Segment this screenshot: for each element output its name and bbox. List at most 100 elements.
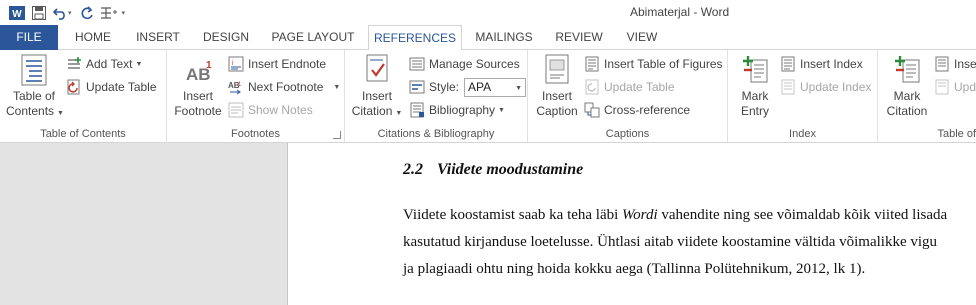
redo-icon[interactable] [76,3,98,23]
ribbon-tabs: FILE HOME INSERT DESIGN PAGE LAYOUT REFE… [0,25,976,51]
mark-citation-button[interactable]: Mark Citation [880,54,934,119]
group-citations-bibliography: Insert Citation ▼ Manage Sources Style: A… [345,50,528,143]
table-of-figures-icon [585,56,599,72]
insert-table-of-authorities-icon [935,56,949,72]
citation-style-control: Style: APA ▼ [409,77,527,97]
group-footnotes: AB 1 Insert Footnote i Insert Endnote AB 1… [167,50,345,143]
cross-reference-button[interactable]: Cross-reference [584,100,690,120]
tab-page-layout[interactable]: PAGE LAYOUT [264,25,362,50]
update-index-label: Update Index [800,80,872,94]
show-notes-icon [228,102,244,118]
insert-citation-line2: Citation [351,104,393,118]
mark-entry-line1: Mark [741,89,769,103]
ribbon: Table of Contents ▼ Add Text ▼ Update Tabl… [0,50,976,143]
line1-after: vahendite ning see võimaldab kõik viited… [657,207,948,223]
save-icon[interactable] [28,3,50,23]
insert-footnote-icon: AB1 [186,60,212,84]
insert-caption-line1: Insert [541,89,572,103]
heading-text: Viidete moodustamine [437,161,584,178]
tab-view[interactable]: VIEW [614,25,670,50]
citation-style-value: APA [468,79,492,94]
update-table-toc-label: Update Table [86,80,157,94]
table-of-contents-icon [21,54,47,86]
insert-citation-line1: Insert [361,89,392,103]
window-title: Abimaterjal - Word [630,5,730,19]
tab-file[interactable]: FILE [0,25,58,50]
cross-reference-label: Cross-reference [604,103,691,117]
update-table-toc-button[interactable]: Update Table [66,77,157,97]
word-app-icon[interactable]: W [6,3,28,23]
chevron-down-icon: ▼ [498,106,505,114]
show-notes-button[interactable]: Show Notes [228,100,313,120]
next-footnote-label: Next Footnote [248,80,324,94]
paragraph-line-1: Viidete koostamist saab ka teha läbi Wor… [403,207,947,224]
insert-endnote-button[interactable]: i Insert Endnote [228,54,326,74]
chevron-down-icon: ▼ [135,60,143,68]
insert-caption-line2: Caption [536,104,578,118]
insert-footnote-line2: Footnote [174,104,222,118]
update-index-button[interactable]: Update Index [780,77,871,97]
document-page[interactable]: 2.2 Viidete moodustamine Viidete koostami… [287,143,976,305]
insert-index-button[interactable]: Insert Index [780,54,863,74]
document-area: 2.2 Viidete moodustamine Viidete koostami… [0,143,976,305]
bibliography-button[interactable]: Bibliography ▼ [409,100,505,120]
tab-references[interactable]: REFERENCES [368,25,462,51]
group-label-index: Index [789,128,816,140]
update-table-of-authorities-button[interactable]: Upd [934,77,976,97]
manage-sources-icon [409,57,425,71]
paragraph-line-3: ja plagiaadi ohtu ning hoida kokku aega … [403,261,866,277]
update-table-disabled-icon [585,79,599,95]
tab-design[interactable]: DESIGN [192,25,260,50]
insert-table-of-figures-button[interactable]: Insert Table of Figures [584,54,723,74]
table-draw-icon[interactable] [98,3,120,23]
chevron-down-icon: ▼ [57,110,64,117]
customize-qat-icon[interactable]: ▾ [122,9,126,17]
line1-before: Viidete koostamist saab ka teha läbi [403,207,623,223]
group-table-of-authorities: Mark Citation Inser Upd Table of [878,50,976,143]
add-text-icon [68,57,81,69]
tab-review[interactable]: REVIEW [546,25,612,50]
group-label-citations: Citations & Bibliography [377,128,495,140]
update-index-icon [781,79,795,95]
dialog-launcher-icon[interactable] [333,131,341,139]
add-text-button[interactable]: Add Text ▼ [66,54,142,74]
insert-table-of-authorities-button[interactable]: Inser [934,54,976,74]
chevron-down-icon: ▼ [515,84,523,92]
update-table-captions-button[interactable]: Update Table [584,77,675,97]
paragraph-line-2: kasutatud kirjanduse loetelusse. Ühtlasi… [403,234,938,250]
svg-text:1: 1 [206,60,212,71]
svg-text:1: 1 [238,82,242,88]
quick-access-toolbar: W ▾ ▾ [6,3,129,23]
table-of-contents-button[interactable]: Table of Contents ▼ [6,54,64,121]
insert-table-of-figures-label: Insert Table of Figures [604,57,723,71]
tab-home[interactable]: HOME [58,25,128,50]
insert-footnote-button[interactable]: AB 1 Insert Footnote [171,54,225,119]
citation-style-select[interactable]: APA ▼ [464,77,527,97]
next-footnote-button[interactable]: AB 1 Next Footnote ▼ [228,77,340,97]
toc-label-line2: Contents [6,104,55,118]
undo-dropdown-icon[interactable]: ▾ [68,9,72,17]
style-label: Style: [429,80,460,94]
tab-mailings[interactable]: MAILINGS [466,25,542,50]
insert-citation-button[interactable]: Insert Citation ▼ [349,54,405,121]
bibliography-label: Bibliography [429,103,496,117]
group-table-of-contents: Table of Contents ▼ Add Text ▼ Update Tabl… [0,50,167,143]
group-label-table-of-authorities: Table of [937,128,976,140]
mark-entry-icon [743,56,768,83]
chevron-down-icon[interactable]: ▼ [333,84,340,91]
update-table-of-authorities-label: Upd [954,80,976,94]
add-text-label: Add Text [86,57,133,71]
manage-sources-button[interactable]: Manage Sources [409,54,520,74]
toc-label-line1: Table of [12,89,56,103]
mark-entry-button[interactable]: Mark Entry [730,54,780,119]
section-heading: 2.2 Viidete moodustamine [403,161,583,179]
insert-caption-icon [545,54,569,84]
insert-table-of-authorities-label: Inser [954,57,976,71]
insert-caption-button[interactable]: Insert Caption [532,54,582,119]
bibliography-icon [410,102,424,118]
tab-insert[interactable]: INSERT [128,25,188,50]
mark-entry-line2: Entry [740,104,769,118]
group-label-captions: Captions [605,128,650,140]
insert-citation-icon [366,54,388,82]
line1-italic: Wordi [622,207,658,223]
